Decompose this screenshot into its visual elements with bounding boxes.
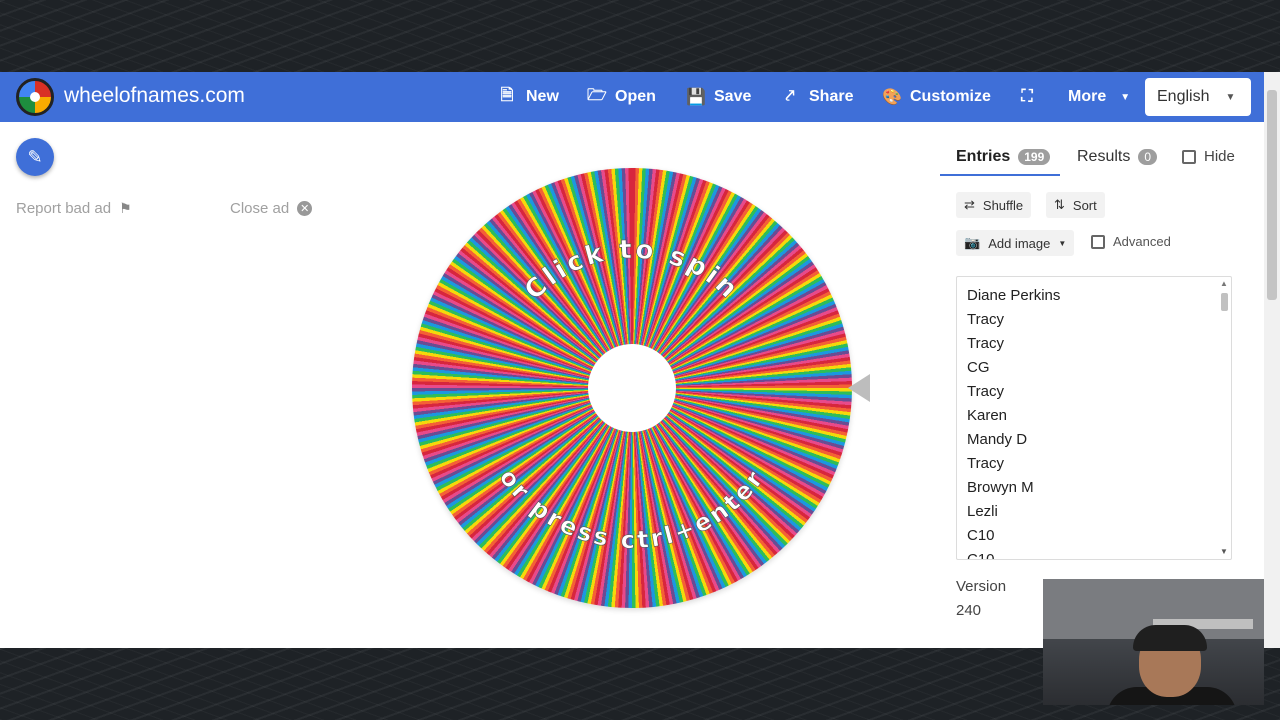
list-item: Tracy — [967, 335, 1004, 352]
version-number: 240 — [956, 602, 982, 619]
results-tab-label: Results — [1077, 148, 1131, 165]
folder-icon: 🗁 — [587, 86, 607, 104]
close-ad-link[interactable]: Close ad ✕ — [230, 200, 313, 217]
hide-label: Hide — [1204, 148, 1235, 165]
more-button[interactable]: More ▼ — [1068, 86, 1134, 108]
language-label: English — [1157, 88, 1210, 105]
open-button[interactable]: 🗁 Open — [587, 86, 656, 108]
add-image-label: Add image — [988, 235, 1051, 251]
site-name[interactable]: wheelofnames.com — [64, 84, 245, 108]
scroll-down-icon[interactable]: ▼ — [1220, 547, 1228, 556]
browser-viewport: wheelofnames.com 🗎 New 🗁 Open 💾 Save ⤤ S… — [0, 72, 1280, 648]
background-top — [0, 0, 1280, 72]
new-label: New — [526, 88, 559, 105]
add-image-button[interactable]: 📷 Add image ▼ — [956, 230, 1075, 256]
webcam-person-cap — [1133, 625, 1207, 651]
list-item: Diane Perkins — [967, 287, 1061, 304]
checkbox-box[interactable] — [1182, 149, 1196, 164]
entries-count-badge: 199 — [1018, 149, 1051, 165]
webcam-overlay — [1043, 579, 1264, 705]
spin-wheel[interactable]: Click to spin or press ctrl+enter — [412, 168, 852, 608]
wheel-text-overlay: Click to spin or press ctrl+enter — [493, 234, 771, 554]
flag-icon: ⚑ — [119, 200, 132, 216]
close-ad-label: Close ad — [230, 200, 290, 217]
advanced-label: Advanced — [1113, 234, 1171, 249]
language-select[interactable]: English ▼ — [1145, 78, 1251, 116]
wheel-top-text: Click to spin — [519, 234, 743, 306]
entries-scrollbar[interactable]: ▲ ▼ — [1219, 279, 1229, 559]
wheel-bottom-text: or press ctrl+enter — [493, 463, 767, 554]
more-label: More — [1068, 88, 1107, 105]
report-ad-label: Report bad ad — [16, 200, 112, 217]
file-icon: 🗎 — [500, 86, 514, 104]
scroll-up-icon[interactable]: ▲ — [1220, 279, 1228, 288]
shuffle-label: Shuffle — [982, 197, 1024, 213]
share-icon: ⤤ — [785, 88, 795, 105]
checkbox-box[interactable] — [1091, 234, 1105, 249]
edit-fab-button[interactable]: ✎ — [16, 138, 54, 176]
list-item: Mandy D — [967, 431, 1028, 448]
save-button[interactable]: 💾 Save — [686, 86, 751, 108]
list-item: Lezli — [967, 503, 998, 520]
results-count-badge: 0 — [1138, 149, 1158, 165]
chevron-down-icon: ▼ — [1225, 91, 1236, 103]
list-item: Browyn M — [967, 479, 1034, 496]
wheel-logo-icon[interactable] — [16, 78, 54, 116]
sort-label: Sort — [1072, 197, 1097, 213]
image-icon: 📷 — [964, 235, 981, 250]
app-toolbar: wheelofnames.com 🗎 New 🗁 Open 💾 Save ⤤ S… — [0, 72, 1280, 122]
advanced-checkbox[interactable]: Advanced — [1091, 234, 1171, 249]
share-button[interactable]: ⤤ Share — [781, 86, 853, 108]
shuffle-icon: ⇄ — [964, 197, 975, 212]
list-item: C10 — [967, 527, 995, 544]
new-button[interactable]: 🗎 New — [498, 86, 559, 108]
list-item: Karen — [967, 407, 1008, 424]
list-item: C10 — [967, 551, 995, 560]
fullscreen-icon: ⛶ — [1021, 88, 1033, 105]
entries-textarea[interactable]: Diane Perkins Tracy Tracy CG Tracy Karen… — [956, 276, 1232, 560]
palette-icon: 🎨 — [882, 89, 902, 106]
version-label: Version — [956, 578, 1007, 595]
close-icon: ✕ — [297, 201, 313, 216]
wheel-pointer-icon — [848, 374, 870, 402]
report-ad-link[interactable]: Report bad ad ⚑ — [16, 200, 132, 217]
floppy-icon: 💾 — [686, 89, 706, 106]
hide-checkbox[interactable]: Hide — [1182, 148, 1235, 165]
tab-results[interactable]: Results 0 — [1077, 148, 1158, 166]
tab-entries[interactable]: Entries 199 — [956, 148, 1051, 166]
page-scrollbar[interactable] — [1264, 72, 1280, 648]
pencil-icon: ✎ — [27, 146, 43, 167]
customize-label: Customize — [910, 88, 991, 105]
svg-text:or press ctrl+enter: or press ctrl+enter — [494, 463, 771, 554]
shuffle-button[interactable]: ⇄ Shuffle — [956, 192, 1032, 218]
list-item: CG — [967, 359, 990, 376]
entries-tab-label: Entries — [956, 148, 1011, 165]
dropdown-icon: ▼ — [1120, 91, 1131, 103]
entries-panel: Entries 199 Results 0 Hide ⇄ Shuffle ⇅ S… — [940, 134, 1240, 628]
list-item: Tracy — [967, 455, 1004, 472]
list-item: Tracy — [967, 311, 1004, 328]
chevron-down-icon: ▼ — [1058, 238, 1067, 248]
open-label: Open — [615, 88, 656, 105]
customize-button[interactable]: 🎨 Customize — [882, 86, 991, 108]
svg-text:Click to spin: Click to spin — [519, 235, 745, 306]
sort-button[interactable]: ⇅ Sort — [1046, 192, 1105, 218]
save-label: Save — [714, 88, 752, 105]
fullscreen-button[interactable]: ⛶ — [1018, 86, 1036, 108]
scroll-thumb[interactable] — [1221, 293, 1228, 311]
list-item: Tracy — [967, 383, 1004, 400]
sort-icon: ⇅ — [1054, 197, 1065, 212]
active-tab-indicator — [940, 174, 1060, 176]
share-label: Share — [809, 88, 854, 105]
page-scroll-thumb[interactable] — [1267, 90, 1277, 300]
